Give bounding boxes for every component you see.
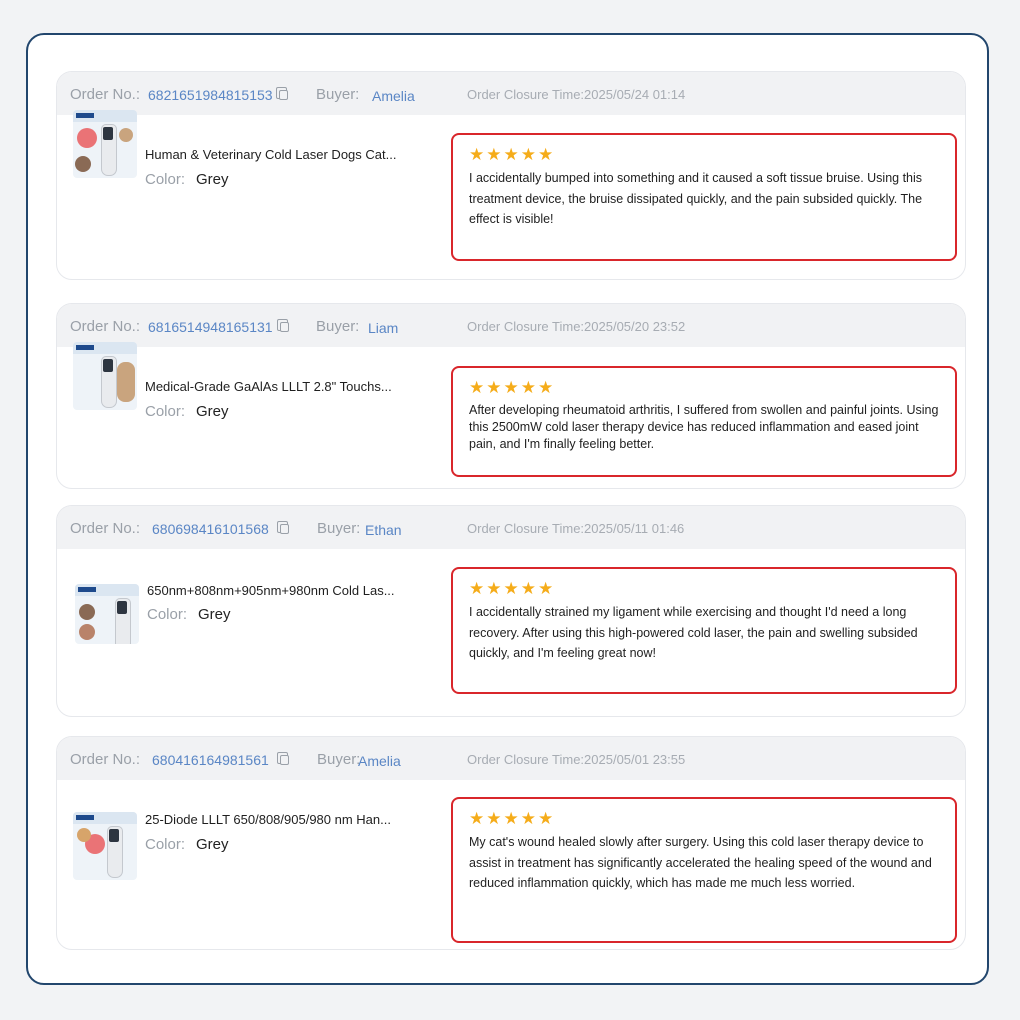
star-icon: ★: [538, 145, 554, 164]
order-number-label: Order No.:: [70, 318, 141, 335]
star-icon: ★: [486, 145, 502, 164]
order-reviews-panel: Order No.: 6821651984815153 Buyer: Ameli…: [26, 33, 989, 985]
order-number[interactable]: 6816514948165131: [148, 319, 273, 335]
star-icon: ★: [503, 378, 519, 397]
buyer-label: Buyer:: [317, 520, 361, 537]
order-number-label: Order No.:: [70, 751, 141, 768]
buyer-label: Buyer:: [316, 86, 360, 103]
star-icon: ★: [503, 145, 519, 164]
color-label: Color:: [145, 836, 186, 853]
star-icon: ★: [486, 378, 502, 397]
star-icon: ★: [469, 809, 485, 828]
review-box: ★ ★ ★ ★ ★ My cat's wound healed slowly after…: [451, 797, 957, 943]
order-closure-time: Order Closure Time:2025/05/20 23:52: [467, 319, 686, 334]
order-closure-time: Order Closure Time:2025/05/24 01:14: [467, 87, 686, 102]
order-closure-time: Order Closure Time:2025/05/01 23:55: [467, 752, 686, 767]
order-number[interactable]: 680416164981561: [152, 752, 269, 768]
order-card: Order No.: 6821651984815153 Buyer: Ameli…: [56, 71, 966, 280]
order-header: Order No.: 6816514948165131 Buyer: Liam …: [57, 304, 965, 347]
star-icon: ★: [469, 145, 485, 164]
review-box: ★ ★ ★ ★ ★ After developing rheumatoid arthri…: [451, 366, 957, 477]
star-icon: ★: [520, 378, 536, 397]
copy-icon[interactable]: [277, 752, 289, 765]
color-value: Grey: [196, 403, 229, 420]
star-icon: ★: [520, 145, 536, 164]
review-text: After developing rheumatoid arthritis, I…: [469, 403, 939, 451]
color-value: Grey: [196, 171, 229, 188]
order-card: Order No.: 6816514948165131 Buyer: Liam …: [56, 303, 966, 489]
buyer-label: Buyer:: [317, 751, 361, 768]
star-icon: ★: [469, 579, 485, 598]
star-icon: ★: [538, 378, 554, 397]
product-thumbnail[interactable]: [75, 584, 139, 644]
order-card: Order No.: 680698416101568 Buyer: Ethan …: [56, 505, 966, 717]
star-icon: ★: [538, 809, 554, 828]
color-label: Color:: [145, 403, 186, 420]
buyer-name[interactable]: Amelia: [372, 88, 415, 104]
order-header: Order No.: 680416164981561 Buyer: Amelia…: [57, 737, 965, 780]
buyer-name[interactable]: Amelia: [358, 753, 401, 769]
product-title[interactable]: Medical-Grade GaAlAs LLLT 2.8" Touchs...: [145, 379, 392, 394]
star-icon: ★: [469, 378, 485, 397]
order-header: Order No.: 680698416101568 Buyer: Ethan …: [57, 506, 965, 549]
review-box: ★ ★ ★ ★ ★ I accidentally bumped into somethi…: [451, 133, 957, 261]
product-title[interactable]: 25-Diode LLLT 650/808/905/980 nm Han...: [145, 812, 391, 827]
color-value: Grey: [198, 606, 231, 623]
product-thumbnail[interactable]: [73, 342, 137, 410]
order-closure-time: Order Closure Time:2025/05/11 01:46: [467, 521, 685, 536]
star-icon: ★: [486, 809, 502, 828]
color-label: Color:: [145, 171, 186, 188]
star-icon: ★: [520, 579, 536, 598]
buyer-name[interactable]: Liam: [368, 320, 398, 336]
review-box: ★ ★ ★ ★ ★ I accidentally strained my ligamen…: [451, 567, 957, 694]
star-rating: ★ ★ ★ ★ ★: [469, 579, 555, 598]
review-text: I accidentally bumped into something and…: [469, 171, 923, 226]
order-number[interactable]: 680698416101568: [152, 521, 269, 537]
buyer-name[interactable]: Ethan: [365, 522, 402, 538]
copy-icon[interactable]: [276, 87, 288, 100]
review-text: My cat's wound healed slowly after surge…: [469, 835, 932, 890]
product-title[interactable]: Human & Veterinary Cold Laser Dogs Cat..…: [145, 147, 396, 162]
star-icon: ★: [520, 809, 536, 828]
star-rating: ★ ★ ★ ★ ★: [469, 145, 555, 164]
product-thumbnail[interactable]: [73, 110, 137, 178]
star-icon: ★: [538, 579, 554, 598]
star-rating: ★ ★ ★ ★ ★: [469, 378, 555, 397]
order-card: Order No.: 680416164981561 Buyer: Amelia…: [56, 736, 966, 950]
review-text: I accidentally strained my ligament whil…: [469, 605, 918, 660]
star-icon: ★: [503, 579, 519, 598]
order-header: Order No.: 6821651984815153 Buyer: Ameli…: [57, 72, 965, 115]
order-number-label: Order No.:: [70, 86, 141, 103]
buyer-label: Buyer:: [316, 318, 360, 335]
star-rating: ★ ★ ★ ★ ★: [469, 809, 555, 828]
star-icon: ★: [486, 579, 502, 598]
copy-icon[interactable]: [277, 319, 289, 332]
color-label: Color:: [147, 606, 188, 623]
color-value: Grey: [196, 836, 229, 853]
product-title[interactable]: 650nm+808nm+905nm+980nm Cold Las...: [147, 583, 395, 598]
star-icon: ★: [503, 809, 519, 828]
copy-icon[interactable]: [277, 521, 289, 534]
order-number-label: Order No.:: [70, 520, 141, 537]
order-number[interactable]: 6821651984815153: [148, 87, 273, 103]
product-thumbnail[interactable]: [73, 812, 137, 880]
